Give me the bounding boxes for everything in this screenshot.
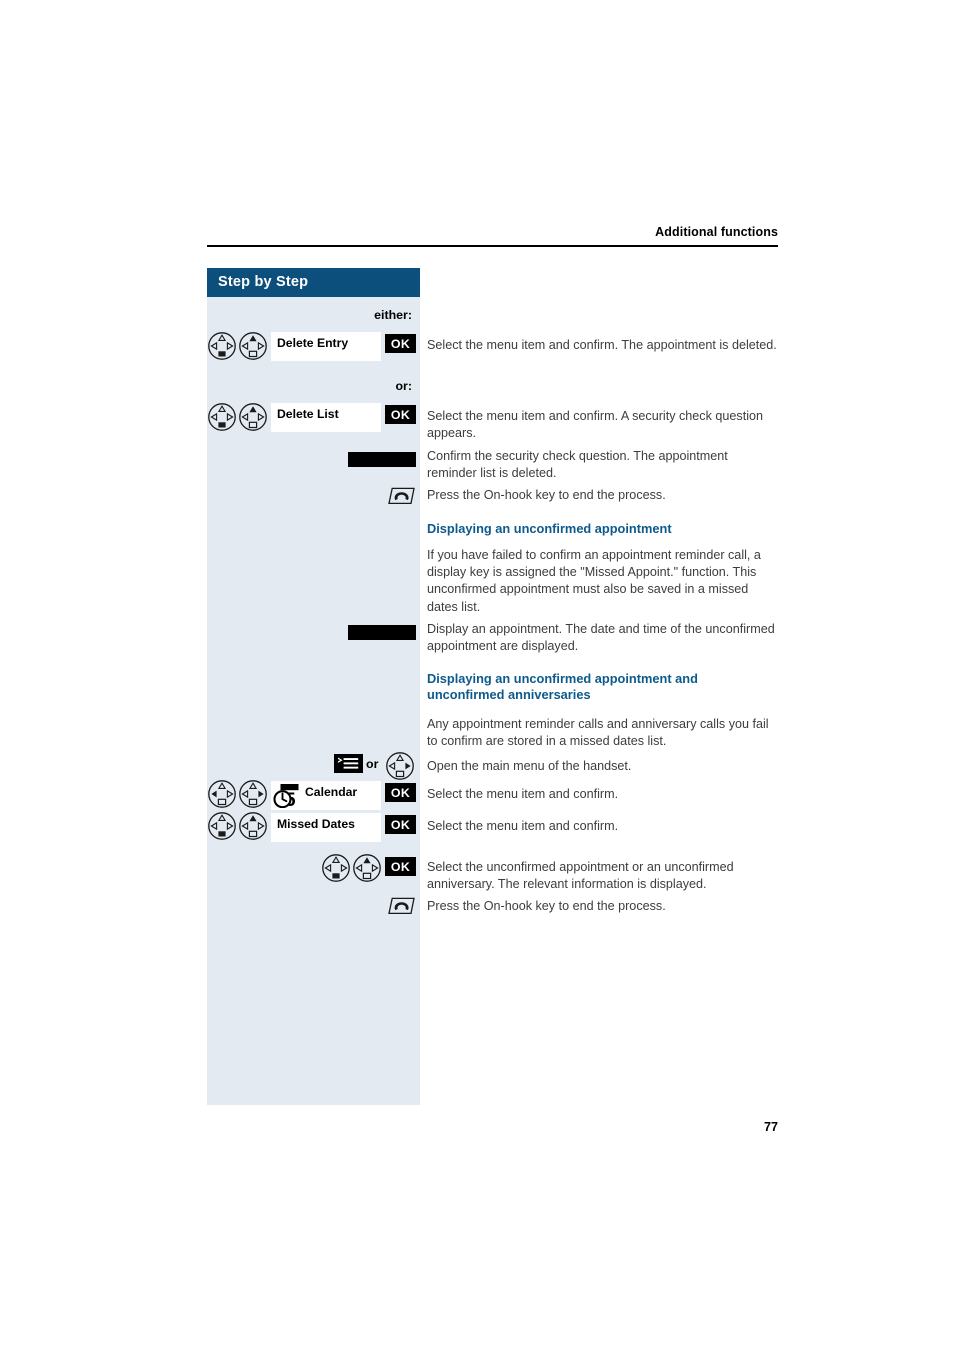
or-label: or: bbox=[395, 379, 412, 393]
running-head: Additional functions bbox=[655, 225, 778, 239]
step-text: Select the menu item and confirm. The ap… bbox=[427, 338, 777, 352]
menu-item-label: Missed Dates bbox=[277, 817, 355, 831]
section-paragraph: Select the menu item and confirm. bbox=[427, 819, 619, 833]
step-by-step-panel: Step by Step bbox=[207, 268, 420, 1105]
section-paragraph: Display an appointment. The date and tim… bbox=[427, 622, 775, 654]
step-by-step-title: Step by Step bbox=[218, 274, 309, 290]
ok-button[interactable]: OK bbox=[385, 334, 416, 353]
menu-item-box[interactable]: Delete List bbox=[271, 403, 381, 432]
navigation-key-icon[interactable] bbox=[207, 811, 237, 841]
manual-page: Additional functions Step by Step either… bbox=[0, 0, 954, 1350]
menu-item-label: Calendar bbox=[305, 785, 358, 799]
section-paragraph: Select the unconfirmed appointment or an… bbox=[427, 860, 734, 892]
navigation-key-icon[interactable] bbox=[207, 331, 237, 361]
ok-button[interactable]: OK bbox=[385, 405, 416, 424]
section-paragraph: Press the On-hook key to end the process… bbox=[427, 899, 666, 913]
step-text: Press the On-hook key to end the process… bbox=[427, 488, 666, 502]
navigation-key-icon[interactable] bbox=[238, 779, 268, 809]
section-paragraph: If you have failed to confirm an appoint… bbox=[427, 548, 761, 614]
navigation-key-icon[interactable] bbox=[238, 811, 268, 841]
step-by-step-header: Step by Step bbox=[207, 268, 420, 297]
navigation-key-icon[interactable] bbox=[207, 402, 237, 432]
section-heading-line2: unconfirmed anniversaries bbox=[427, 687, 591, 702]
section-paragraph: Select the menu item and confirm. bbox=[427, 787, 619, 801]
navigation-key-icon[interactable] bbox=[238, 402, 268, 432]
step-text: Confirm the security check question. The… bbox=[427, 449, 728, 481]
navigation-key-icon[interactable] bbox=[385, 751, 415, 781]
calendar-icon: 5 bbox=[272, 784, 305, 808]
navigation-key-icon[interactable] bbox=[352, 853, 382, 883]
page-number: 77 bbox=[763, 1120, 778, 1134]
menu-item-label: Delete Entry bbox=[277, 336, 349, 350]
menu-item-label: Delete List bbox=[277, 407, 339, 421]
navigation-key-icon[interactable] bbox=[207, 779, 237, 809]
step-text: Select the menu item and confirm. A secu… bbox=[427, 409, 764, 441]
display-key-icon[interactable] bbox=[348, 452, 416, 467]
section-paragraph: Any appointment reminder calls and anniv… bbox=[427, 717, 769, 749]
either-label: either: bbox=[374, 308, 412, 322]
section-heading-line1: Displaying an unconfirmed appointment an… bbox=[427, 671, 698, 686]
ok-button[interactable]: OK bbox=[385, 815, 416, 834]
navigation-key-icon[interactable] bbox=[238, 331, 268, 361]
section-heading: Displaying an unconfirmed appointment bbox=[427, 521, 672, 536]
menu-item-box[interactable]: Delete Entry bbox=[271, 332, 381, 361]
display-key-icon[interactable] bbox=[348, 625, 416, 640]
menu-key-icon[interactable] bbox=[334, 754, 363, 773]
header-rule bbox=[207, 245, 778, 247]
on-hook-key-icon[interactable] bbox=[387, 896, 416, 916]
ok-button[interactable]: OK bbox=[385, 857, 416, 876]
on-hook-key-icon[interactable] bbox=[387, 486, 416, 506]
ok-button[interactable]: OK bbox=[385, 783, 416, 802]
navigation-key-icon[interactable] bbox=[321, 853, 351, 883]
menu-item-box[interactable]: Missed Dates bbox=[271, 813, 381, 842]
or-connector-label: or bbox=[366, 757, 379, 771]
section-paragraph: Open the main menu of the handset. bbox=[427, 759, 632, 773]
